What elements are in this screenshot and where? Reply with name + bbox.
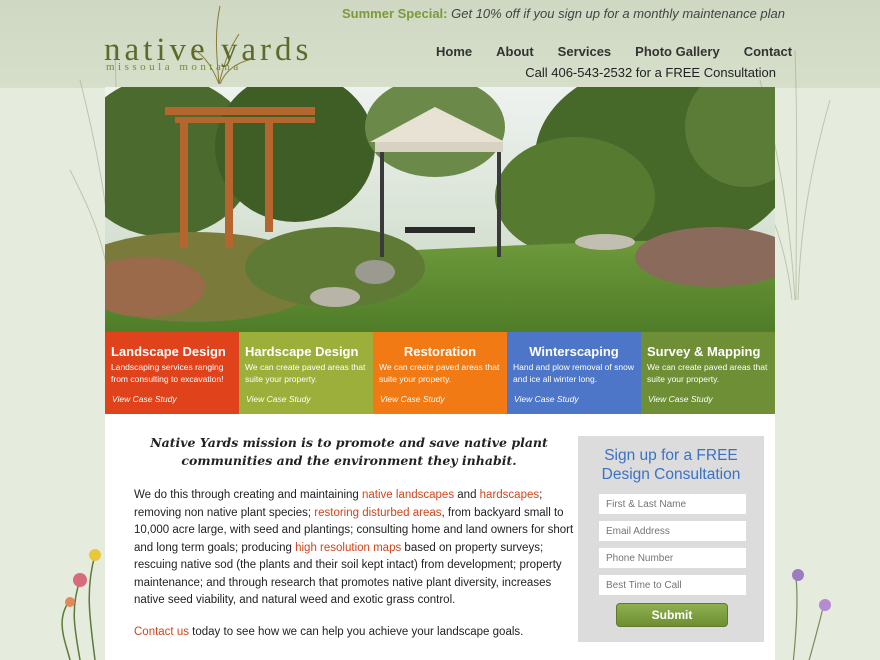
- best-time-field[interactable]: [599, 575, 746, 595]
- tile-title: Hardscape Design: [245, 344, 359, 359]
- contact-text: today to see how we can help you achieve…: [188, 626, 524, 638]
- contact-call-to-action: Contact us today to see how we can help …: [134, 626, 574, 638]
- consultation-signup-form: Sign up for a FREE Design Consultation S…: [578, 436, 764, 642]
- service-tiles: Landscape Design Landscaping services ra…: [105, 332, 775, 414]
- tile-landscape-design[interactable]: Landscape Design Landscaping services ra…: [105, 332, 239, 414]
- nav-home[interactable]: Home: [430, 44, 484, 59]
- tile-title: Landscape Design: [111, 344, 226, 359]
- restoring-disturbed-areas-link[interactable]: restoring disturbed areas: [314, 507, 441, 519]
- form-title: Sign up for a FREE Design Consultation: [601, 447, 741, 483]
- promo-lead: Summer Special:: [342, 6, 448, 21]
- high-resolution-maps-link[interactable]: high resolution maps: [295, 542, 401, 554]
- hardscapes-link[interactable]: hardscapes: [480, 489, 539, 501]
- body-text-part: and: [454, 489, 480, 501]
- tile-survey-mapping[interactable]: Survey & Mapping We can create paved are…: [641, 332, 775, 414]
- tile-description: We can create paved areas that suite you…: [379, 362, 500, 384]
- nav-contact[interactable]: Contact: [732, 44, 804, 59]
- wildflower-decoration-left: [61, 549, 101, 660]
- contact-us-link[interactable]: Contact us: [134, 626, 189, 638]
- mission-statement: Native Yards mission is to promote and s…: [150, 435, 548, 468]
- view-case-study-link[interactable]: View Case Study: [246, 394, 311, 404]
- tile-title: Restoration: [403, 344, 477, 359]
- tile-winterscaping[interactable]: Winterscaping Hand and plow removal of s…: [507, 332, 641, 414]
- view-case-study-link[interactable]: View Case Study: [514, 394, 579, 404]
- tile-title: Survey & Mapping: [647, 344, 761, 359]
- summer-special-banner: Summer Special: Get 10% off if you sign …: [342, 6, 785, 21]
- view-case-study-link[interactable]: View Case Study: [112, 394, 177, 404]
- view-case-study-link[interactable]: View Case Study: [648, 394, 713, 404]
- tile-hardscape-design[interactable]: Hardscape Design We can create paved are…: [239, 332, 373, 414]
- tile-title: Winterscaping: [529, 344, 619, 359]
- phone-consultation: Call 406-543-2532 for a FREE Consultatio…: [525, 65, 776, 80]
- name-field[interactable]: [599, 494, 746, 514]
- tile-description: Landscaping services ranging from consul…: [111, 362, 224, 384]
- logo-location: missoula montana: [106, 61, 242, 73]
- services-description: We do this through creating and maintain…: [134, 487, 574, 610]
- hero-garden-photo: [105, 87, 775, 332]
- promo-text: Get 10% off if you sign up for a monthly…: [451, 6, 785, 21]
- tile-restoration[interactable]: Restoration We can create paved areas th…: [373, 332, 507, 414]
- nav-about[interactable]: About: [484, 44, 546, 59]
- tile-description: We can create paved areas that suite you…: [647, 362, 768, 384]
- view-case-study-link[interactable]: View Case Study: [380, 394, 445, 404]
- native-yards-logo[interactable]: native yards missoula montana: [104, 4, 314, 84]
- tile-description: Hand and plow removal of snow and ice al…: [513, 362, 634, 384]
- main-nav: Home About Services Photo Gallery Contac…: [430, 44, 804, 59]
- email-field[interactable]: [599, 521, 746, 541]
- nav-photo-gallery[interactable]: Photo Gallery: [623, 44, 732, 59]
- tile-description: We can create paved areas that suite you…: [245, 362, 366, 384]
- native-landscapes-link[interactable]: native landscapes: [362, 489, 454, 501]
- main-content: Native Yards mission is to promote and s…: [105, 414, 775, 660]
- submit-button[interactable]: Submit: [616, 603, 728, 627]
- wildflower-decoration-right: [792, 569, 831, 660]
- nav-services[interactable]: Services: [546, 44, 624, 59]
- body-text-part: We do this through creating and maintain…: [134, 489, 363, 501]
- phone-field[interactable]: [599, 548, 746, 568]
